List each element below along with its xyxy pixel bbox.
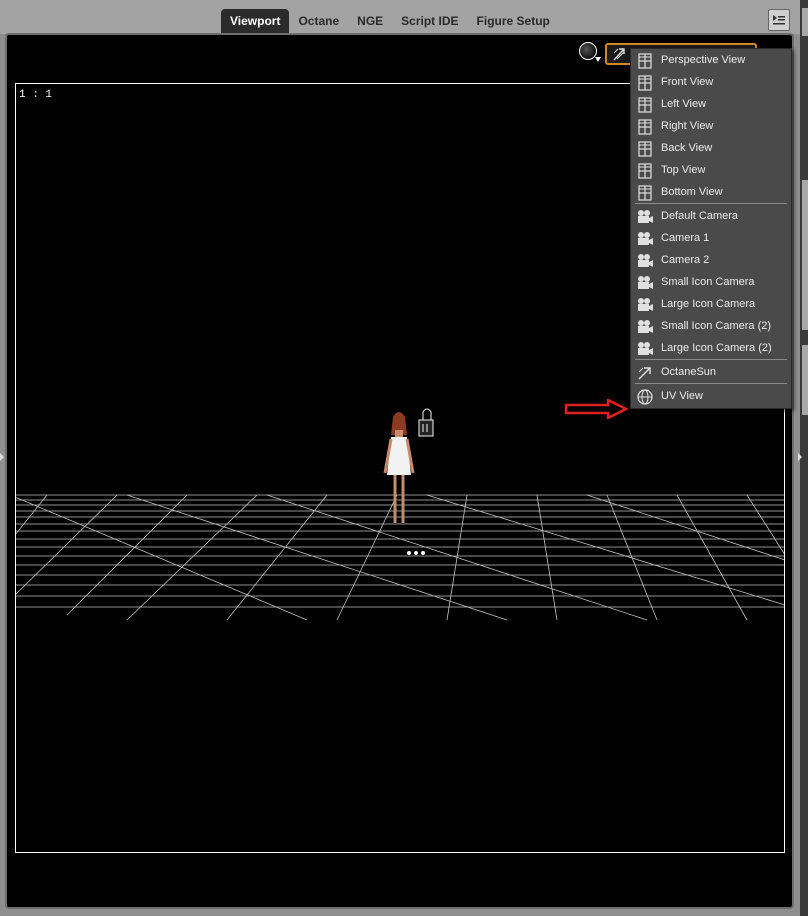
camera-icon <box>636 208 654 226</box>
camera-menu-item-left-view[interactable]: Left View <box>631 94 791 116</box>
camera-menu-item-label: Default Camera <box>661 210 739 222</box>
camera-menu-item-default-camera[interactable]: Default Camera <box>631 206 791 228</box>
camera-menu-item-front-view[interactable]: Front View <box>631 72 791 94</box>
camera-menu-item-back-view[interactable]: Back View <box>631 138 791 160</box>
camera-menu-item-camera-2[interactable]: Camera 2 <box>631 250 791 272</box>
camera-icon <box>636 230 654 248</box>
camera-menu-item-label: Small Icon Camera <box>661 276 755 288</box>
camera-menu-item-label: Bottom View <box>661 186 723 198</box>
camera-menu-item-label: Large Icon Camera (2) <box>661 342 772 354</box>
camera-menu-item-label: Right View <box>661 120 714 132</box>
tab-nge[interactable]: NGE <box>348 9 392 33</box>
camera-menu-item-right-view[interactable]: Right View <box>631 116 791 138</box>
app-window: Viewport Octane NGE Script IDE Figure Se… <box>0 0 808 916</box>
camera-menu-item-small-icon-camera[interactable]: Small Icon Camera <box>631 272 791 294</box>
camera-menu-item-bottom-view[interactable]: Bottom View <box>631 182 791 204</box>
tab-octane[interactable]: Octane <box>289 9 348 33</box>
camera-menu-item-camera-1[interactable]: Camera 1 <box>631 228 791 250</box>
view-icon <box>636 74 654 92</box>
camera-menu-item-label: Large Icon Camera <box>661 298 756 310</box>
view-icon <box>636 140 654 158</box>
camera-menu-item-top-view[interactable]: Top View <box>631 160 791 182</box>
view-icon <box>636 96 654 114</box>
strip-segment <box>802 8 808 36</box>
camera-menu-item-label: Camera 2 <box>661 254 710 266</box>
camera-icon <box>636 296 654 314</box>
camera-menu-item-label: Camera 1 <box>661 232 710 244</box>
pane-tabs: Viewport Octane NGE Script IDE Figure Se… <box>221 9 559 33</box>
camera-menu-item-large-icon-camera-2[interactable]: Large Icon Camera (2) <box>631 338 791 360</box>
right-collapse-arrow-icon[interactable] <box>798 453 802 461</box>
camera-menu-item-octanesun[interactable]: OctaneSun <box>631 362 791 384</box>
aspect-ratio-label: 1 : 1 <box>19 89 53 101</box>
camera-menu-item-label: Left View <box>661 98 707 110</box>
camera-menu-item-label: Small Icon Camera (2) <box>661 320 772 332</box>
draw-style-caret-icon[interactable] <box>595 57 601 62</box>
tab-viewport[interactable]: Viewport <box>221 9 290 33</box>
pane-options-button[interactable] <box>768 9 790 31</box>
menu-separator <box>635 383 787 384</box>
camera-menu-item-label: Perspective View <box>661 54 746 66</box>
menu-separator <box>635 359 787 360</box>
camera-menu-item-uv-view[interactable]: UV View <box>631 386 791 408</box>
tab-bar: Viewport Octane NGE Script IDE Figure Se… <box>0 0 808 34</box>
camera-menu-item-label: UV View <box>661 390 703 402</box>
strip-segment <box>802 345 808 415</box>
tab-script-ide[interactable]: Script IDE <box>392 9 467 33</box>
octane-sun-icon <box>613 48 625 61</box>
camera-menu-item-small-icon-camera-2[interactable]: Small Icon Camera (2) <box>631 316 791 338</box>
view-icon <box>636 118 654 136</box>
menu-separator <box>635 203 787 204</box>
camera-icon <box>636 252 654 270</box>
left-collapse-arrow-icon[interactable] <box>0 453 4 461</box>
camera-menu-item-label: Back View <box>661 142 713 154</box>
globe-icon <box>636 388 654 406</box>
camera-dropdown-menu: Perspective View Front View Left View Right… <box>630 48 792 409</box>
red-arrow-annotation <box>564 399 629 419</box>
camera-icon <box>636 274 654 292</box>
camera-menu-item-perspective-view[interactable]: Perspective View <box>631 50 791 72</box>
camera-icon <box>636 340 654 358</box>
view-icon <box>636 52 654 70</box>
camera-icon <box>636 318 654 336</box>
camera-menu-item-label: Front View <box>661 76 714 88</box>
pane-menu-icon <box>773 15 785 25</box>
camera-menu-item-label: OctaneSun <box>661 366 717 378</box>
view-icon <box>636 184 654 202</box>
octane-sun-icon <box>636 364 654 382</box>
camera-menu-item-label: Top View <box>661 164 706 176</box>
strip-segment <box>802 180 808 330</box>
tab-figure-setup[interactable]: Figure Setup <box>468 9 559 33</box>
view-icon <box>636 162 654 180</box>
camera-menu-item-large-icon-camera[interactable]: Large Icon Camera <box>631 294 791 316</box>
